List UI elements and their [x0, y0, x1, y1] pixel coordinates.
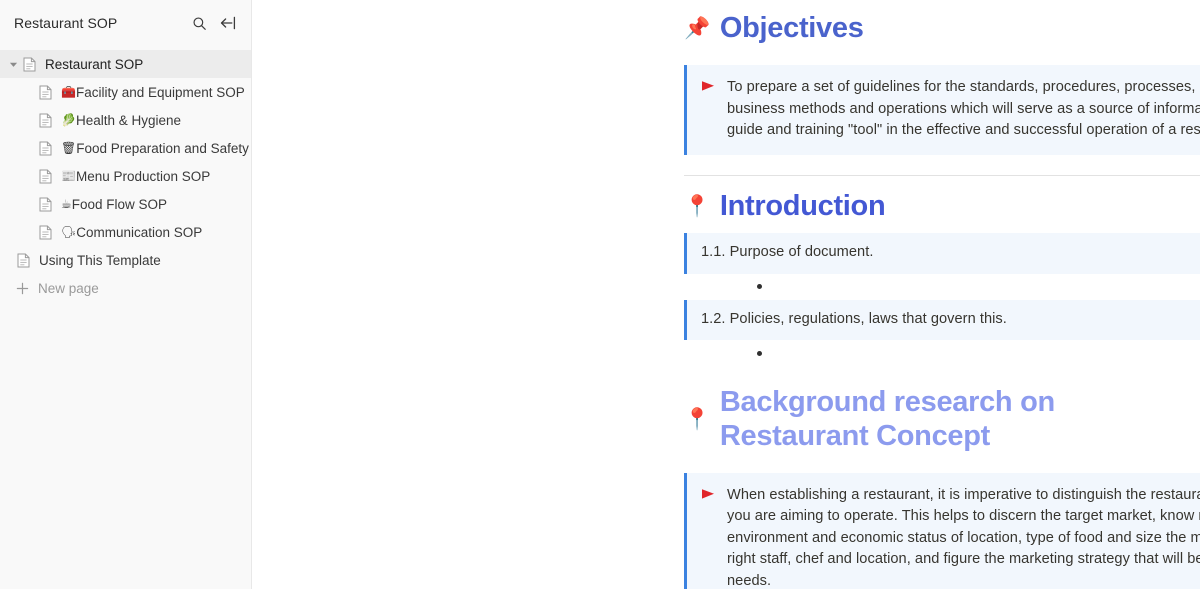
sidebar-item-food-flow-sop[interactable]: ☕ Food Flow SOP — [0, 190, 251, 218]
sidebar-item-label: Health & Hygiene — [75, 112, 182, 128]
callout-policies-regulations-laws: 1.2. Policies, regulations, laws that go… — [684, 299, 1200, 341]
red-triangle-marker-icon — [701, 488, 715, 504]
sidebar-item-label: Communication SOP — [76, 224, 203, 240]
search-icon[interactable] — [190, 14, 208, 32]
callout-text: 1.1. Purpose of document. — [701, 244, 874, 261]
heading-text: Background research on Restaurant Concep… — [719, 386, 1055, 452]
new-page-label: New page — [38, 280, 99, 296]
sidebar: Restaurant SOP Restaurant SOP 🧰 Facility… — [0, 0, 252, 589]
toolbox-emoji-icon: 🧰 — [61, 85, 76, 99]
sidebar-item-label: Menu Production SOP — [75, 168, 211, 184]
callout-text: To prepare a set of guidelines for the s… — [727, 79, 1200, 139]
bullet-list-item[interactable] — [252, 274, 1200, 300]
newspaper-emoji-icon: 📰 — [61, 169, 76, 183]
document-body: 📌 Objectives To prepare a set of guideli… — [252, 12, 1200, 589]
plus-icon — [13, 282, 31, 295]
callout-objectives: To prepare a set of guidelines for the s… — [684, 65, 1200, 155]
sidebar-item-label: Food Flow SOP — [71, 196, 168, 212]
sidebar-item-menu-production-sop[interactable]: 📰 Menu Production SOP — [0, 162, 251, 190]
sidebar-item-label: Food Preparation and Safety — [76, 140, 249, 156]
sidebar-header-actions — [190, 14, 237, 32]
red-triangle-marker-icon — [701, 80, 715, 96]
collapse-sidebar-icon[interactable] — [219, 14, 237, 32]
sidebar-item-communication-sop[interactable]: 🗣 Communication SOP — [0, 218, 251, 246]
leafy-green-emoji-icon: 🥬 — [61, 113, 76, 127]
sidebar-item-using-this-template[interactable]: Using This Template — [0, 246, 251, 274]
callout-purpose-of-document: 1.1. Purpose of document. — [684, 233, 1200, 274]
sidebar-item-health-and-hygiene[interactable]: 🥬 Health & Hygiene — [0, 106, 251, 134]
sidebar-item-facility-and-equipment-sop[interactable]: 🧰 Facility and Equipment SOP — [0, 78, 251, 106]
heading-text: Introduction — [719, 189, 886, 222]
page-icon — [20, 57, 38, 72]
page-tree: Restaurant SOP 🧰 Facility and Equipment … — [0, 46, 251, 302]
heading-background-research: 📍 Background research on Restaurant Conc… — [252, 386, 1200, 453]
page-icon — [36, 169, 54, 184]
round-pushpin-emoji-icon: 📍 — [684, 407, 710, 432]
app-window: Restaurant SOP Restaurant SOP 🧰 Facility… — [0, 0, 1200, 589]
sidebar-item-label: Facility and Equipment SOP — [75, 84, 245, 100]
round-pushpin-emoji-icon: 📍 — [684, 194, 710, 219]
speaking-head-emoji-icon: 🗣 — [61, 225, 77, 239]
heading-objectives: 📌 Objectives — [252, 12, 1200, 45]
wastebasket-emoji-icon: 🗑 — [61, 141, 77, 155]
page-icon — [36, 85, 54, 100]
callout-text: 1.2. Policies, regulations, laws that go… — [701, 310, 1007, 327]
workspace-title: Restaurant SOP — [14, 15, 118, 31]
sidebar-item-restaurant-sop[interactable]: Restaurant SOP — [0, 50, 251, 78]
bullet-dot-icon — [757, 284, 762, 290]
sidebar-header: Restaurant SOP — [0, 0, 251, 46]
sidebar-item-food-preparation-and-safety[interactable]: 🗑 Food Preparation and Safety — [0, 134, 251, 162]
chevron-down-icon[interactable] — [6, 50, 20, 78]
hot-beverage-emoji-icon: ☕ — [61, 197, 72, 211]
heading-text: Objectives — [719, 12, 864, 44]
page-icon — [36, 141, 54, 156]
page-icon — [36, 225, 54, 240]
pushpin-emoji-icon: 📌 — [684, 16, 710, 41]
document-canvas: 📌 Objectives To prepare a set of guideli… — [252, 0, 1200, 589]
heading-introduction: 📍 Introduction — [252, 190, 1200, 223]
callout-background-research: When establishing a restaurant, it is im… — [684, 472, 1200, 589]
bullet-list-item[interactable] — [252, 340, 1200, 366]
new-page-button[interactable]: New page — [0, 274, 251, 302]
sidebar-item-label: Restaurant SOP — [45, 56, 144, 72]
bullet-dot-icon — [757, 350, 762, 356]
page-icon — [14, 253, 32, 268]
page-icon — [36, 113, 54, 128]
sidebar-item-label: Using This Template — [39, 252, 161, 268]
page-icon — [36, 197, 54, 212]
callout-text: When establishing a restaurant, it is im… — [727, 486, 1200, 589]
